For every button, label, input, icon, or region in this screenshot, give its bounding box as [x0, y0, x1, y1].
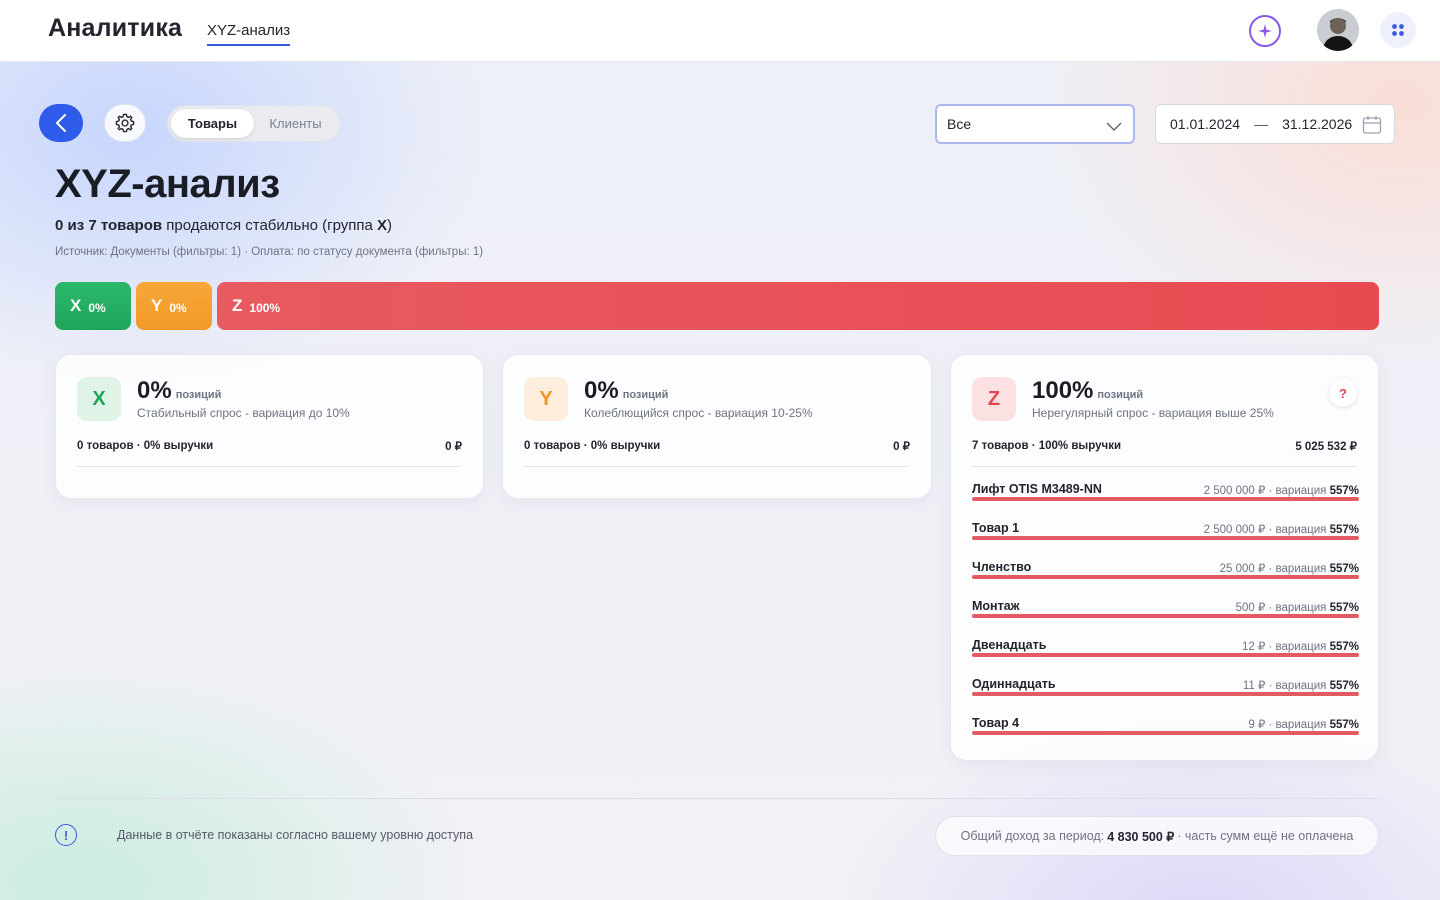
user-avatar[interactable] [1317, 9, 1359, 51]
item-progress-bar [972, 497, 1359, 501]
item-value: 12 ₽ · вариация 557% [1242, 641, 1359, 653]
item-name: Монтаж [972, 599, 1020, 613]
item-progress-bar [972, 575, 1359, 579]
group-description: Нерегулярный спрос - вариация выше 25% [1032, 406, 1274, 420]
group-meta: 0 товаров · 0% выручки [77, 440, 214, 452]
chevron-left-icon [56, 114, 66, 132]
date-range-picker[interactable]: 01.01.2024 — 31.12.2026 [1155, 104, 1395, 144]
distribution-segment-x[interactable]: X 0% [55, 282, 131, 330]
item-value: 2 500 000 ₽ · вариация 557% [1203, 485, 1359, 497]
list-item[interactable]: Товар 1 2 500 000 ₽ · вариация 557% [972, 521, 1359, 560]
source-info: Источник: Документы (фильтры: 1) · Оплат… [55, 246, 484, 258]
ai-sparkle-icon[interactable] [1249, 15, 1281, 47]
list-item[interactable]: Товар 4 9 ₽ · вариация 557% [972, 716, 1359, 755]
date-separator: — [1254, 116, 1269, 132]
apps-grid-icon[interactable] [1380, 12, 1416, 48]
group-percent: 100% позиций [1032, 377, 1144, 404]
list-item[interactable]: Одиннадцать 11 ₽ · вариация 557% [972, 677, 1359, 716]
tab-xyz-analysis[interactable]: XYZ-анализ [207, 22, 291, 46]
group-card-y: Y 0% позиций Колеблющийся спрос - вариаци… [502, 354, 932, 499]
item-name: Одиннадцать [972, 677, 1056, 691]
entity-switch: Товары Клиенты [167, 105, 341, 142]
item-value: 25 000 ₽ · вариация 557% [1219, 563, 1359, 575]
group-total: 0 ₽ [445, 441, 462, 453]
item-progress-bar [972, 614, 1359, 618]
item-progress-bar [972, 692, 1359, 696]
app-title: Аналитика [48, 14, 183, 42]
page-title: XYZ-анализ [55, 162, 280, 206]
income-suffix: · часть сумм ещё не оплачена [1177, 829, 1354, 843]
settings-button[interactable] [104, 104, 146, 142]
access-note: Данные в отчёте показаны согласно вашему… [117, 828, 474, 842]
segment-percent: 100% [249, 300, 281, 315]
item-value: 2 500 000 ₽ · вариация 557% [1203, 524, 1359, 536]
list-item[interactable]: Членство 25 000 ₽ · вариация 557% [972, 560, 1359, 599]
help-button[interactable]: ? [1329, 379, 1357, 407]
list-item[interactable]: Лифт OTIS M3489-NN 2 500 000 ₽ · вариаци… [972, 482, 1359, 521]
segment-letter: Y [151, 296, 163, 315]
item-name: Двенадцать [972, 638, 1047, 652]
income-value: 4 830 500 ₽ [1107, 829, 1175, 844]
group-total: 0 ₽ [893, 441, 910, 453]
distribution-bar: X 0% Y 0% Z 100% [55, 282, 1379, 330]
group-meta: 0 товаров · 0% выручки [524, 440, 661, 452]
group-percent: 0% позиций [137, 377, 222, 404]
summary-middle: продаются стабильно (группа [162, 217, 378, 234]
filter-select[interactable]: Все [935, 104, 1135, 144]
divider [972, 466, 1357, 467]
positions-label: позиций [175, 389, 222, 401]
segment-percent: 0% [169, 300, 187, 315]
item-name: Членство [972, 560, 1032, 574]
info-icon: ! [55, 824, 77, 846]
calendar-icon [1362, 116, 1382, 134]
item-progress-bar [972, 731, 1359, 735]
summary-count: 0 из 7 товаров [55, 217, 163, 234]
summary-text: 0 из 7 товаров продаются стабильно (груп… [55, 217, 392, 234]
item-name: Лифт OTIS M3489-NN [972, 482, 1102, 496]
group-card-z: Z 100% позиций Нерегулярный спрос - вариа… [950, 354, 1379, 761]
back-button[interactable] [39, 104, 83, 142]
item-progress-bar [972, 653, 1359, 657]
item-name: Товар 4 [972, 716, 1020, 730]
tab-clients[interactable]: Клиенты [254, 109, 337, 138]
date-from: 01.01.2024 [1170, 116, 1241, 132]
item-name: Товар 1 [972, 521, 1020, 535]
top-header: Аналитика XYZ-анализ [0, 0, 1440, 62]
segment-letter: X [70, 296, 82, 315]
positions-label: позиций [1097, 389, 1144, 401]
group-meta: 7 товаров · 100% выручки [972, 440, 1122, 452]
item-value: 11 ₽ · вариация 557% [1242, 680, 1359, 692]
group-badge: X [77, 377, 121, 421]
filter-select-value: Все [947, 116, 972, 132]
group-percent: 0% позиций [584, 377, 669, 404]
income-label: Общий доход за период: [960, 829, 1105, 843]
divider [524, 466, 910, 467]
distribution-segment-y[interactable]: Y 0% [136, 282, 212, 330]
list-item[interactable]: Двенадцать 12 ₽ · вариация 557% [972, 638, 1359, 677]
tab-goods[interactable]: Товары [171, 109, 254, 138]
positions-label: позиций [622, 389, 669, 401]
item-value: 500 ₽ · вариация 557% [1235, 602, 1359, 614]
chevron-down-icon [1106, 122, 1122, 131]
footer-divider [55, 798, 1379, 799]
distribution-segment-z[interactable]: Z 100% [217, 282, 1379, 330]
summary-end: ) [387, 217, 393, 234]
divider [77, 466, 462, 467]
group-description: Колеблющийся спрос - вариация 10-25% [584, 406, 813, 420]
group-description: Стабильный спрос - вариация до 10% [137, 406, 350, 420]
income-summary: Общий доход за период: 4 830 500 ₽ · час… [935, 816, 1379, 856]
group-total: 5 025 532 ₽ [1295, 441, 1357, 453]
group-badge: Z [972, 377, 1016, 421]
summary-group: X [377, 217, 388, 234]
group-card-x: X 0% позиций Стабильный спрос - вариация … [55, 354, 484, 499]
group-badge: Y [524, 377, 568, 421]
segment-letter: Z [232, 296, 243, 315]
list-item[interactable]: Монтаж 500 ₽ · вариация 557% [972, 599, 1359, 638]
segment-percent: 0% [88, 300, 106, 315]
item-value: 9 ₽ · вариация 557% [1248, 719, 1359, 731]
date-to: 31.12.2026 [1282, 116, 1353, 132]
gear-icon [115, 113, 135, 133]
item-progress-bar [972, 536, 1359, 540]
